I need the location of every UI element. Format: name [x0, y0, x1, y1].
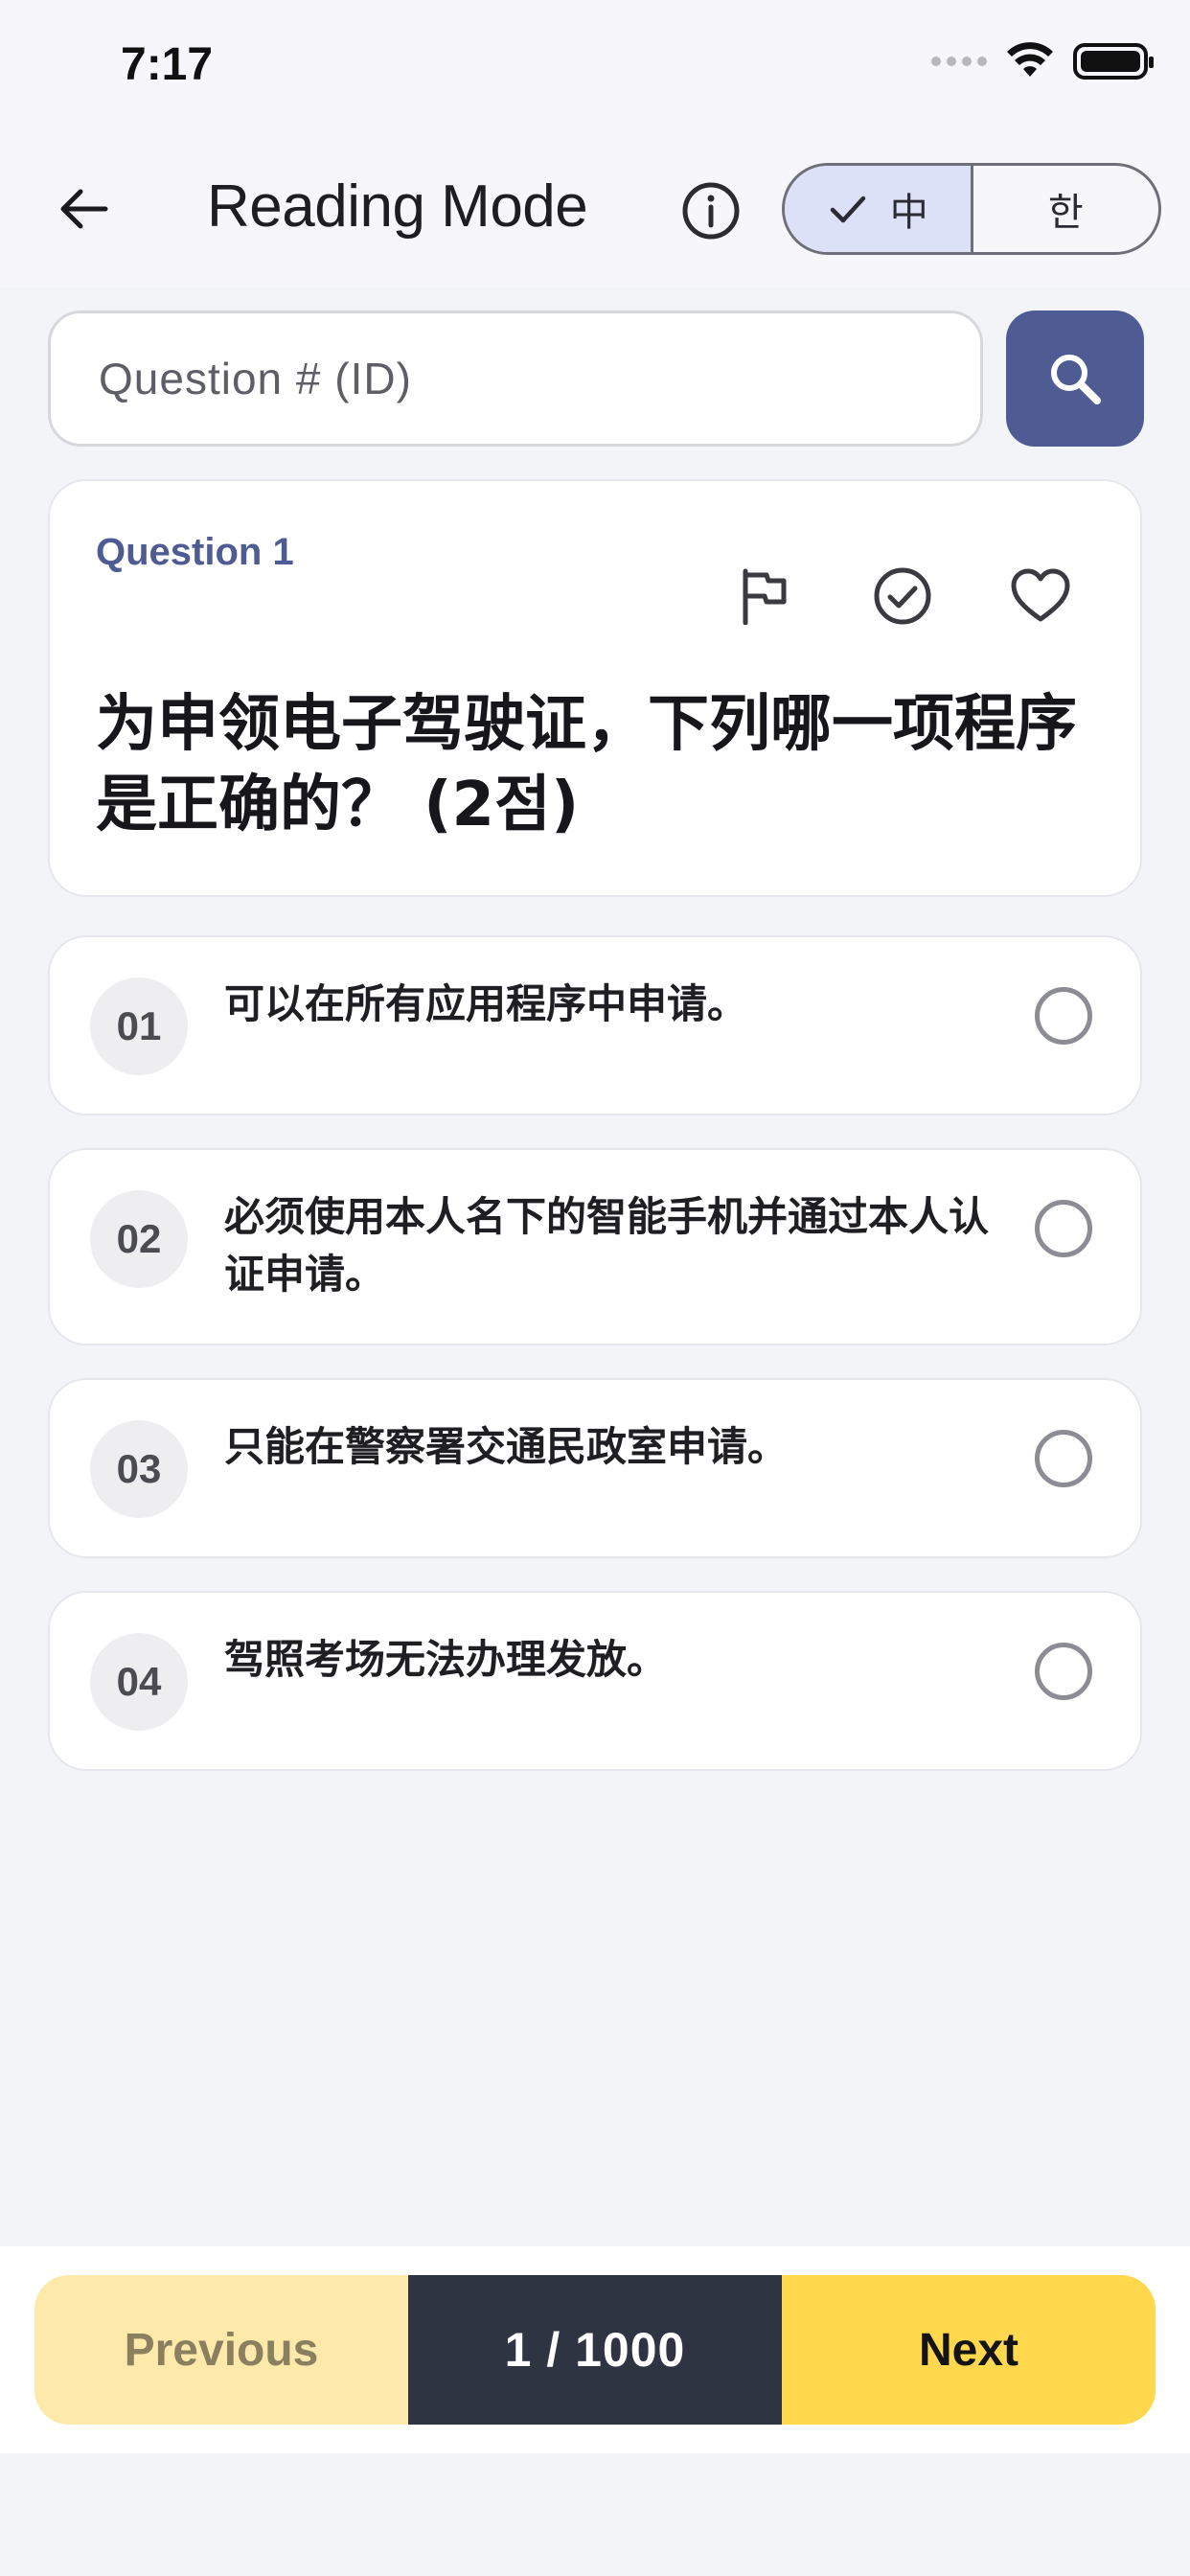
question-id-input[interactable] [48, 310, 983, 447]
checkmark-icon [830, 196, 865, 223]
previous-button[interactable]: Previous [34, 2275, 408, 2425]
next-button[interactable]: Next [782, 2275, 1156, 2425]
answer-option-3[interactable]: 03 只能在警察署交通民政室申请。 [48, 1378, 1142, 1558]
status-bar: 7:17 [0, 0, 1190, 134]
nav-button-group: Previous 1 / 1000 Next [34, 2275, 1156, 2425]
flag-icon [743, 568, 787, 625]
info-icon [682, 182, 740, 240]
option-number: 01 [90, 978, 188, 1075]
option-number: 03 [90, 1420, 188, 1518]
wifi-icon [1007, 42, 1053, 77]
option-text: 驾照考场无法办理发放。 [224, 1636, 668, 1683]
back-button[interactable] [46, 171, 123, 247]
bottom-navigation: Previous 1 / 1000 Next [0, 2246, 1190, 2453]
answer-option-4[interactable]: 04 驾照考场无法办理发放。 [48, 1591, 1142, 1771]
battery-icon [1073, 43, 1154, 80]
answer-option-2[interactable]: 02 必须使用本人名下的智能手机并通过本人认证申请。 [48, 1148, 1142, 1346]
option-radio[interactable] [1035, 1643, 1092, 1700]
option-text: 必须使用本人名下的智能手机并通过本人认证申请。 [224, 1193, 990, 1298]
app-bar: Reading Mode 中 한 [0, 134, 1190, 288]
option-radio[interactable] [1035, 1200, 1092, 1257]
signal-icon [931, 57, 987, 66]
question-card: Question 1 为申领电子驾驶证，下列哪一项程序是正确的？ (2점) [48, 479, 1142, 897]
question-actions [734, 565, 1071, 627]
search-icon [1051, 355, 1101, 404]
status-icons [931, 42, 1154, 80]
mark-answered-button[interactable] [872, 565, 933, 627]
lang-option-label: 한 [1047, 192, 1084, 234]
option-text: 只能在警察署交通民政室申请。 [224, 1423, 789, 1470]
heart-icon [1011, 568, 1070, 622]
language-toggle: 中 한 [782, 163, 1161, 255]
option-number: 02 [90, 1190, 188, 1288]
favorite-button[interactable] [1010, 565, 1071, 627]
lang-option-label: 中 [889, 192, 928, 234]
check-circle-icon [874, 567, 931, 625]
lang-option-korean[interactable]: 한 [973, 166, 1159, 252]
option-radio[interactable] [1035, 987, 1092, 1045]
arrow-left-icon [60, 189, 108, 229]
flag-button[interactable] [734, 565, 795, 627]
page-title: Reading Mode [207, 173, 588, 240]
info-button[interactable] [676, 176, 745, 245]
question-text: 为申领电子驾驶证，下列哪一项程序是正确的？ (2점) [96, 689, 1077, 840]
answer-option-1[interactable]: 01 可以在所有应用程序中申请。 [48, 935, 1142, 1116]
option-number: 04 [90, 1633, 188, 1731]
option-text: 可以在所有应用程序中申请。 [224, 980, 748, 1027]
search-button[interactable] [1006, 310, 1144, 447]
lang-option-chinese[interactable]: 中 [785, 166, 973, 252]
option-radio[interactable] [1035, 1430, 1092, 1487]
question-counter: 1 / 1000 [408, 2275, 782, 2425]
status-time: 7:17 [121, 39, 214, 90]
question-number: Question 1 [96, 531, 294, 573]
